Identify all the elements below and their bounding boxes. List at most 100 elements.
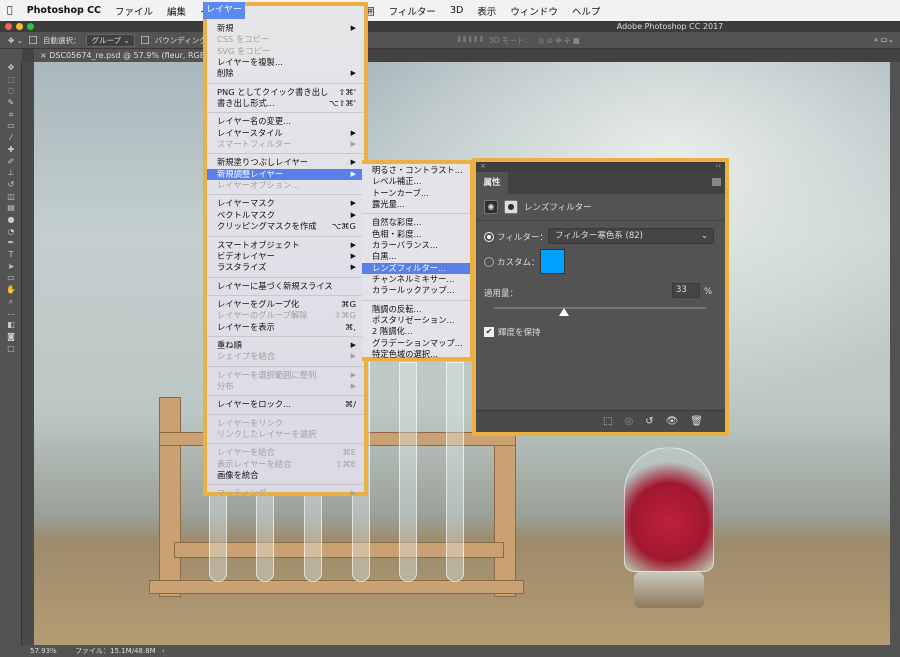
adjustment-camera-icon[interactable]: ◉ — [484, 200, 498, 214]
menu-item[interactable]: カラーバランス... — [362, 240, 470, 251]
tab-properties[interactable]: 属性 — [476, 172, 508, 194]
menu-app[interactable]: Photoshop CC — [20, 5, 108, 16]
align-icons[interactable]: ⫴ ⫴ ⫴ ⫴ ⦀ — [457, 35, 482, 45]
menu-item[interactable]: トーンカーブ... — [362, 188, 470, 199]
menu-item[interactable]: レイヤーを結合 ⌘E — [207, 447, 364, 458]
search-icon[interactable]: ⌕ ▭⌄ — [874, 35, 894, 45]
menu-file[interactable]: ファイル — [108, 4, 160, 18]
stamp-tool-icon[interactable]: ⊥ — [0, 167, 22, 179]
slider-thumb[interactable] — [558, 308, 569, 316]
menu-item[interactable]: 新規塗りつぶしレイヤー ▶ — [207, 157, 364, 168]
eraser-tool-icon[interactable]: ◫ — [0, 191, 22, 203]
menu-item[interactable]: スマートオブジェクト ▶ — [207, 240, 364, 251]
close-tab-icon[interactable]: × — [40, 51, 47, 60]
filter-radio[interactable] — [484, 232, 494, 242]
eyedropper-tool-icon[interactable]: ⁄ — [0, 132, 22, 144]
menu-item[interactable]: PNG としてクイック書き出し ⇧⌘' — [207, 87, 364, 98]
marquee-tool-icon[interactable]: ⬚ — [0, 74, 22, 86]
menu-item[interactable]: レイヤーに基づく新規スライス — [207, 281, 364, 292]
menu-3d[interactable]: 3D — [443, 5, 470, 16]
type-tool-icon[interactable]: T — [0, 249, 22, 261]
menu-item[interactable]: レイヤーを複製... — [207, 57, 364, 68]
preserve-checkbox[interactable]: ✔ — [484, 327, 494, 337]
menu-item[interactable]: スマートフィルター ▶ — [207, 139, 364, 150]
pen-tool-icon[interactable]: ✒ — [0, 237, 22, 249]
density-input[interactable]: 33 — [672, 283, 700, 298]
menu-edit[interactable]: 編集 — [160, 4, 193, 18]
screen-mode-icon[interactable]: ▢ — [0, 343, 22, 355]
lasso-tool-icon[interactable]: ◌ — [0, 85, 22, 97]
shape-tool-icon[interactable]: ▭ — [0, 272, 22, 284]
menu-window[interactable]: ウィンドウ — [503, 4, 565, 18]
menu-item[interactable]: レイヤーのグループ解除 ⇧⌘G — [207, 310, 364, 321]
menu-item[interactable]: 色相・彩度... — [362, 229, 470, 240]
menu-help[interactable]: ヘルプ — [565, 4, 608, 18]
3d-tools-icons[interactable]: ◎ ⊚ ✥ ✣ ■ — [538, 36, 580, 45]
menu-item[interactable]: レンズフィルター... — [362, 262, 470, 275]
menu-item[interactable]: ポスタリゼーション... — [362, 315, 470, 326]
more-tools-icon[interactable]: … — [0, 307, 22, 319]
quick-select-tool-icon[interactable]: ✎ — [0, 97, 22, 109]
menu-item[interactable]: ビデオレイヤー ▶ — [207, 251, 364, 262]
mask-icon[interactable]: ● — [504, 200, 518, 214]
menu-item[interactable]: SVG をコピー — [207, 46, 364, 57]
menu-item[interactable]: 露光量... — [362, 199, 470, 210]
menu-item[interactable]: CSS をコピー — [207, 34, 364, 45]
menu-item[interactable]: 特定色域の選択... — [362, 349, 470, 360]
menu-filter[interactable]: フィルター — [382, 4, 443, 18]
gradient-tool-icon[interactable]: ▤ — [0, 202, 22, 214]
quick-mask-icon[interactable]: ◙ — [0, 331, 22, 343]
filter-option[interactable]: フィルター： — [484, 231, 548, 243]
path-select-icon[interactable]: ➤ — [0, 261, 22, 273]
menu-item[interactable]: リンクしたレイヤーを選択 — [207, 429, 364, 440]
apple-icon[interactable]:  — [0, 5, 20, 16]
collapse-panel-icon[interactable]: ‹‹ — [715, 162, 721, 172]
menu-item[interactable]: レイヤーをグループ化 ⌘G — [207, 299, 364, 310]
menu-item[interactable]: 分布 ▶ — [207, 381, 364, 392]
menu-item[interactable]: 明るさ・コントラスト... — [362, 165, 470, 176]
menu-item[interactable]: マッティング ▶ — [207, 488, 364, 499]
menu-item[interactable]: レイヤーオプション... — [207, 180, 364, 191]
zoom-level[interactable]: 57.93% — [30, 645, 57, 657]
zoom-window-button[interactable] — [27, 23, 34, 30]
menu-item[interactable]: グラデーションマップ... — [362, 338, 470, 349]
menu-item[interactable]: カラールックアップ... — [362, 285, 470, 296]
filter-dropdown[interactable]: フィルター寒色系 (82) ⌄ — [548, 228, 714, 244]
visibility-eye-icon[interactable]: 👁 — [666, 416, 679, 427]
menu-item[interactable]: 新規 ▶ — [207, 23, 364, 34]
menu-item[interactable]: レイヤーを表示 ⌘, — [207, 322, 364, 333]
menu-item[interactable]: レベル補正... — [362, 176, 470, 187]
menu-item[interactable]: クリッピングマスクを作成 ⌥⌘G — [207, 221, 364, 232]
dodge-tool-icon[interactable]: ◔ — [0, 226, 22, 238]
reset-icon[interactable]: ↺ — [645, 416, 653, 427]
move-tool-icon[interactable]: ✥ — [0, 62, 22, 74]
move-tool-icon[interactable]: ✥ ⌄ — [8, 36, 23, 45]
panel-menu-icon[interactable] — [712, 178, 721, 186]
menu-item[interactable]: ベクトルマスク ▶ — [207, 210, 364, 221]
custom-radio[interactable] — [484, 257, 494, 267]
clip-to-layer-icon[interactable]: ⬚ — [603, 416, 612, 427]
menu-layer-active[interactable]: レイヤー — [203, 2, 245, 19]
view-previous-icon[interactable]: ◎ — [624, 416, 633, 427]
menu-item[interactable]: 白黒... — [362, 251, 470, 262]
document-tab[interactable]: × DSC05674_re.psd @ 57.9% (fleur, RGB/8)… — [34, 49, 229, 62]
menu-item[interactable]: レイヤースタイル ▶ — [207, 128, 364, 139]
blur-tool-icon[interactable]: ● — [0, 214, 22, 226]
menu-item[interactable]: 表示レイヤーを結合 ⇧⌘E — [207, 459, 364, 470]
history-brush-icon[interactable]: ↺ — [0, 179, 22, 191]
menu-item[interactable]: 自然な彩度... — [362, 217, 470, 228]
trash-icon[interactable]: 🗑 — [690, 416, 703, 427]
color-swatches-icon[interactable]: ◧ — [0, 319, 22, 331]
menu-item[interactable]: レイヤーマスク ▶ — [207, 198, 364, 209]
menu-item[interactable]: ラスタライズ ▶ — [207, 262, 364, 273]
menu-item[interactable]: シェイプを結合 ▶ — [207, 351, 364, 362]
menu-item[interactable]: 新規調整レイヤー ▶ — [207, 168, 364, 181]
custom-color-swatch[interactable] — [540, 249, 565, 274]
custom-option[interactable]: カスタム： — [484, 256, 540, 268]
close-panel-icon[interactable]: × — [480, 162, 486, 172]
frame-tool-icon[interactable]: ▭ — [0, 120, 22, 132]
crop-tool-icon[interactable]: ⌗ — [0, 109, 22, 121]
auto-select-checkbox[interactable] — [28, 36, 37, 44]
menu-item[interactable]: 重ね順 ▶ — [207, 340, 364, 351]
status-arrow-icon[interactable]: › — [162, 645, 165, 657]
